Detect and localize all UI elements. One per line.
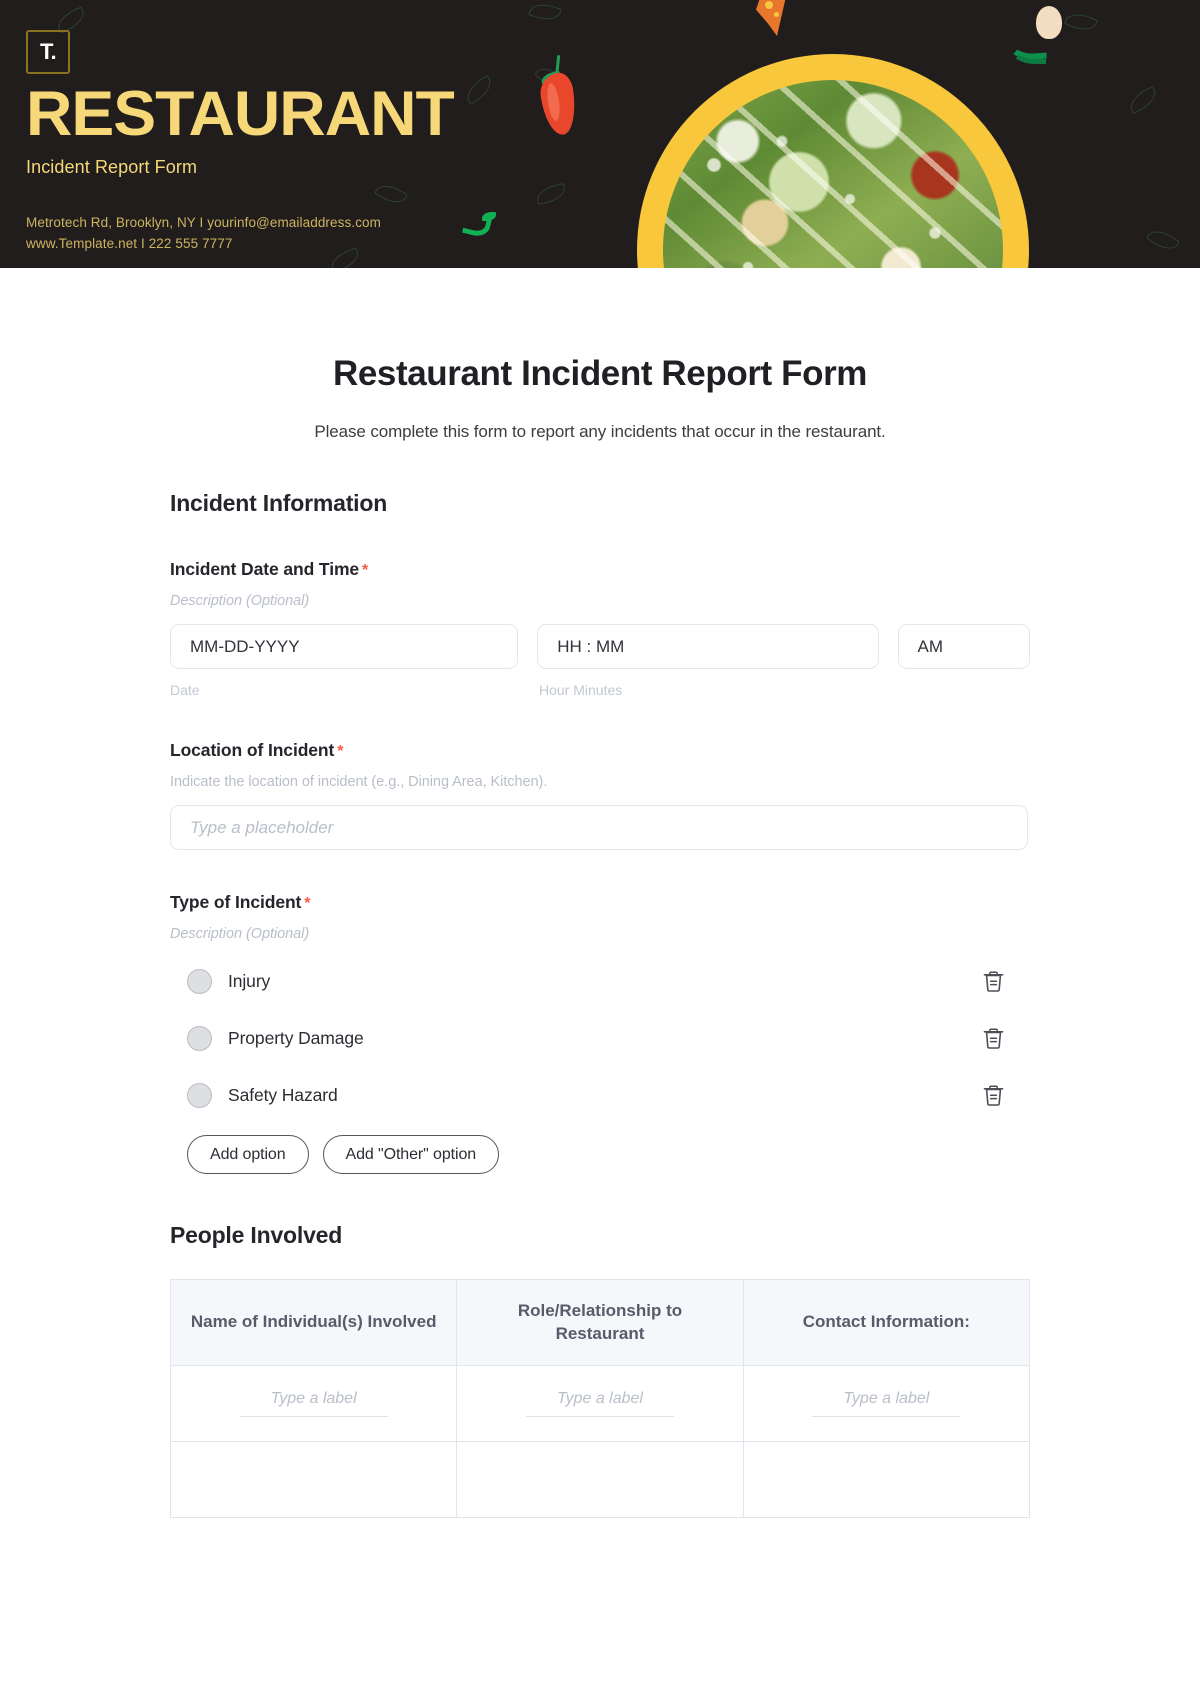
table-cell-contact[interactable]: Type a label bbox=[742, 1365, 1031, 1442]
incident-ampm-select[interactable]: AM bbox=[897, 624, 1030, 669]
table-row: Type a label Type a label Type a label bbox=[169, 1365, 1031, 1442]
label-text: Incident Date and Time bbox=[170, 559, 360, 579]
radio-button-property-damage[interactable] bbox=[187, 1025, 212, 1051]
column-header-name: Name of Individual(s) Involved bbox=[169, 1279, 458, 1366]
option-action-buttons: Add option Add "Other" option bbox=[170, 1135, 1030, 1174]
date-time-input-row: MM-DD-YYYY HH : MM AM bbox=[170, 624, 1030, 669]
table-row bbox=[169, 1441, 1031, 1518]
label-text: Type of Incident bbox=[170, 892, 302, 912]
column-header-role: Role/Relationship to Restaurant bbox=[456, 1279, 744, 1366]
page-description: Please complete this form to report any … bbox=[314, 422, 886, 441]
brand-subtitle: Incident Report Form bbox=[26, 156, 198, 177]
brand-title: RESTAURANT bbox=[26, 79, 455, 149]
table-header-row: Name of Individual(s) Involved Role/Rela… bbox=[169, 1279, 1031, 1366]
decorative-leaf-icon bbox=[528, 0, 562, 25]
sprout-icon bbox=[460, 212, 500, 244]
salad-photo bbox=[663, 80, 1003, 268]
option-row-safety-hazard[interactable]: Safety Hazard bbox=[170, 1078, 1030, 1112]
location-input[interactable]: Type a placeholder bbox=[170, 805, 1028, 850]
field-label-location-of-incident: Location of Incident * bbox=[170, 740, 1030, 761]
sublabel-hour-minutes: Hour Minutes bbox=[539, 682, 623, 698]
field-label-incident-date-time: Incident Date and Time * bbox=[170, 559, 1030, 580]
people-involved-table: Name of Individual(s) Involved Role/Rela… bbox=[169, 1279, 1031, 1518]
people-involved-table-wrap: Name of Individual(s) Involved Role/Rela… bbox=[169, 1279, 1031, 1518]
decorative-leaf-icon bbox=[1064, 8, 1098, 36]
label-text: Location of Incident bbox=[170, 740, 335, 760]
add-option-button[interactable]: Add option bbox=[187, 1135, 309, 1174]
table-cell-name[interactable]: Type a label bbox=[169, 1365, 458, 1442]
cell-placeholder: Type a label bbox=[239, 1390, 388, 1417]
decorative-leaf-icon bbox=[1126, 85, 1160, 115]
table-cell-role[interactable] bbox=[456, 1441, 744, 1518]
column-header-contact: Contact Information: bbox=[742, 1279, 1031, 1366]
decorative-leaf-icon bbox=[534, 183, 568, 205]
incident-time-input[interactable]: HH : MM bbox=[537, 624, 879, 669]
radio-button-safety-hazard[interactable] bbox=[187, 1082, 212, 1108]
section-heading-incident-information: Incident Information bbox=[170, 490, 388, 516]
required-asterisk: * bbox=[337, 743, 344, 760]
cell-placeholder: Type a label bbox=[525, 1390, 674, 1417]
salad-plate-image bbox=[637, 54, 1029, 268]
radio-button-injury[interactable] bbox=[187, 968, 212, 994]
page-title: Restaurant Incident Report Form bbox=[332, 354, 868, 393]
field-hint-location-of-incident: Indicate the location of incident (e.g.,… bbox=[170, 774, 548, 790]
contact-line-1: Metrotech Rd, Brooklyn, NY I yourinfo@em… bbox=[26, 214, 381, 230]
location-input-row: Type a placeholder bbox=[170, 805, 1030, 850]
decorative-leaf-icon bbox=[462, 74, 496, 106]
brand-logo-icon: T. bbox=[26, 30, 70, 74]
section-heading-people-involved: People Involved bbox=[170, 1222, 343, 1248]
contact-line-2: www.Template.net I 222 555 7777 bbox=[26, 235, 233, 251]
decorative-leaf-icon bbox=[1146, 224, 1180, 256]
trash-icon[interactable] bbox=[980, 1025, 1006, 1051]
incident-date-input[interactable]: MM-DD-YYYY bbox=[170, 624, 519, 669]
sublabel-date: Date bbox=[170, 682, 200, 698]
option-label-property-damage: Property Damage bbox=[228, 1027, 364, 1048]
field-label-type-of-incident: Type of Incident * bbox=[170, 892, 1030, 913]
header-banner: T. RESTAURANT Incident Report Form Metro… bbox=[0, 0, 1200, 268]
incident-type-option-list: Injury Property Damage Safety Hazard bbox=[170, 964, 1030, 1112]
table-cell-name[interactable] bbox=[169, 1441, 458, 1518]
table-cell-contact[interactable] bbox=[742, 1441, 1031, 1518]
spring-onion-icon bbox=[1004, 0, 1068, 84]
trash-icon[interactable] bbox=[980, 968, 1006, 994]
chili-pepper-icon bbox=[534, 54, 588, 137]
option-row-property-damage[interactable]: Property Damage bbox=[170, 1021, 1030, 1055]
table-cell-role[interactable]: Type a label bbox=[456, 1365, 744, 1442]
option-label-injury: Injury bbox=[228, 970, 271, 991]
required-asterisk: * bbox=[304, 895, 311, 912]
form-page: Restaurant Incident Report Form Please c… bbox=[0, 268, 1200, 1518]
cheese-flakes bbox=[663, 80, 1003, 268]
date-time-sublabel-row: Date Hour Minutes bbox=[170, 682, 1030, 698]
cell-placeholder: Type a label bbox=[812, 1390, 961, 1417]
field-location-of-incident: Location of Incident * Indicate the locat… bbox=[170, 740, 1030, 850]
field-hint-type-of-incident: Description (Optional) bbox=[170, 926, 310, 942]
field-type-of-incident: Type of Incident * Description (Optional)… bbox=[170, 892, 1030, 1174]
trash-icon[interactable] bbox=[980, 1082, 1006, 1108]
field-hint-incident-date-time: Description (Optional) bbox=[170, 593, 310, 609]
option-row-injury[interactable]: Injury bbox=[170, 964, 1030, 998]
required-asterisk: * bbox=[362, 562, 369, 579]
option-label-safety-hazard: Safety Hazard bbox=[228, 1084, 338, 1105]
field-incident-date-time: Incident Date and Time * Description (Opt… bbox=[170, 559, 1030, 698]
add-other-option-button[interactable]: Add "Other" option bbox=[322, 1135, 500, 1174]
brand-contact-block: Metrotech Rd, Brooklyn, NY I yourinfo@em… bbox=[26, 213, 445, 255]
logo-text: T. bbox=[39, 39, 57, 64]
cheese-wedge-icon bbox=[752, 0, 792, 42]
